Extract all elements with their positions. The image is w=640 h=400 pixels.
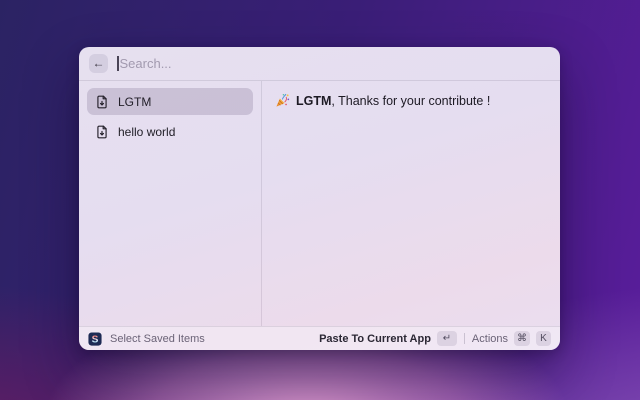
paste-action-label: Paste To Current App — [319, 332, 431, 345]
actions-label: Actions — [471, 332, 508, 345]
search-placeholder: Search... — [119, 56, 172, 71]
preview-line: LGTM, Thanks for your contribute ! — [275, 93, 547, 108]
back-arrow-icon: ← — [92, 56, 105, 70]
saved-items-list: LGTM hello world — [79, 81, 262, 326]
preview-text: LGTM, Thanks for your contribute ! — [296, 94, 490, 108]
footer-divider — [463, 333, 465, 344]
party-popper-emoji — [276, 93, 290, 107]
preview-pane: LGTM, Thanks for your contribute ! — [262, 81, 560, 326]
window-body: LGTM hello world LGTM, Thanks for your c… — [79, 81, 560, 326]
file-down-icon — [97, 95, 107, 108]
actions-button[interactable]: Actions ⌘ K — [472, 331, 551, 346]
svg-text:S: S — [92, 334, 99, 345]
text-caret — [117, 56, 119, 71]
list-item-label: hello world — [118, 124, 176, 139]
launcher-window: ← Search... LGTM hello world LGTM, Thank… — [79, 47, 560, 350]
list-item-lgtm[interactable]: LGTM — [87, 88, 253, 115]
preview-body: , Thanks for your contribute ! — [331, 93, 491, 108]
list-item-label: LGTM — [118, 94, 152, 109]
k-key-icon: K — [536, 331, 551, 346]
back-button[interactable]: ← — [89, 54, 108, 73]
action-bar-left: S Select Saved Items — [88, 331, 311, 346]
action-bar: S Select Saved Items Paste To Current Ap… — [79, 326, 560, 350]
app-name-label: Select Saved Items — [110, 332, 205, 345]
action-bar-right: Paste To Current App ↵ Actions ⌘ K — [319, 331, 551, 346]
search-header: ← Search... — [79, 47, 560, 81]
desktop-background: ← Search... LGTM hello world LGTM, Thank… — [0, 0, 640, 400]
return-key-icon: ↵ — [436, 331, 457, 346]
command-key-icon: ⌘ — [514, 331, 530, 346]
s-app-icon: S — [88, 331, 102, 345]
paste-to-current-app-button[interactable]: Paste To Current App ↵ — [319, 331, 457, 346]
list-item-hello-world[interactable]: hello world — [87, 118, 253, 145]
search-input[interactable]: Search... — [117, 47, 550, 80]
file-down-icon — [97, 125, 107, 138]
preview-title: LGTM — [296, 93, 332, 108]
